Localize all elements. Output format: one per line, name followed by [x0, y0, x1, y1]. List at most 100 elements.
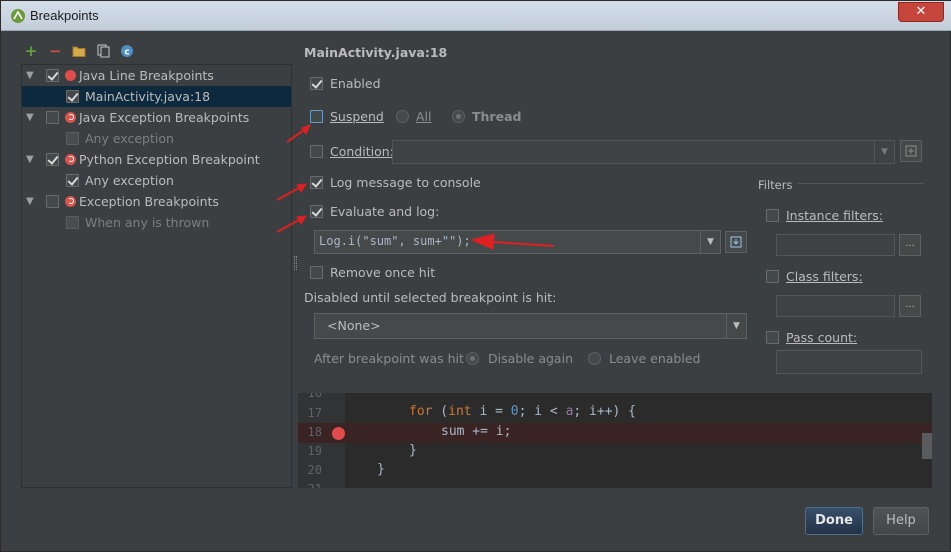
disabled-until-label: Disabled until selected breakpoint is hi… — [304, 290, 557, 305]
code-line: } — [409, 443, 417, 458]
exception-breakpoint-icon — [65, 196, 76, 207]
pass-count-label: Pass count: — [786, 330, 858, 345]
suspend-checkbox[interactable] — [310, 110, 323, 123]
pass-count-checkbox[interactable] — [766, 331, 779, 344]
class-filters-checkbox[interactable] — [766, 270, 779, 283]
evaluate-expression-input[interactable]: Log.i("sum", sum+""); ▼ — [314, 230, 721, 254]
chevron-down-icon[interactable]: ▼ — [26, 154, 36, 165]
breakpoints-tree: ▼ Java Line Breakpoints MainActivity.jav… — [21, 64, 292, 488]
chevron-down-icon[interactable]: ▼ — [726, 314, 746, 338]
code-preview: 16 17 18 19 20 21 for (int i = 0; i < a;… — [298, 393, 932, 488]
select-value: <None> — [327, 318, 381, 333]
filters-divider — [798, 183, 924, 184]
chevron-down-icon[interactable]: ▼ — [26, 70, 36, 81]
tree-item-label: Java Exception Breakpoints — [79, 110, 250, 125]
breakpoint-dot-icon[interactable] — [332, 427, 345, 440]
condition-input[interactable]: ▼ — [392, 140, 895, 164]
tree-item-label: Any exception — [85, 173, 174, 188]
all-label: All — [416, 109, 432, 124]
pass-count-input[interactable] — [776, 350, 922, 374]
expand-editor-icon[interactable] — [900, 140, 922, 162]
tree-checkbox[interactable] — [66, 90, 79, 103]
class-filters-label: Class filters: — [786, 269, 863, 284]
tree-checkbox[interactable] — [66, 132, 79, 145]
breakpoint-dot-icon — [65, 70, 76, 81]
window-title: Breakpoints — [30, 8, 99, 23]
breakpoint-title: MainActivity.java:18 — [304, 45, 448, 60]
tree-item-any-exception[interactable]: Any exception — [22, 128, 291, 149]
class-filters-input[interactable] — [776, 295, 895, 317]
chevron-down-icon[interactable]: ▼ — [26, 112, 36, 123]
breakpoint-line-highlight — [298, 423, 932, 443]
thread-label: Thread — [472, 109, 522, 124]
tree-checkbox[interactable] — [46, 69, 59, 82]
tree-item-mainactivity[interactable]: MainActivity.java:18 — [22, 86, 291, 107]
instance-filters-label: Instance filters: — [786, 208, 883, 223]
enabled-label: Enabled — [330, 76, 381, 91]
chevron-down-icon[interactable]: ▼ — [874, 141, 894, 163]
breakpoints-window: Breakpoints ✕ + − c ▼ Java Line Breakpoi… — [0, 0, 951, 552]
all-radio[interactable] — [396, 110, 409, 123]
tree-checkbox[interactable] — [46, 111, 59, 124]
line-number: 16 — [307, 393, 322, 400]
thread-radio[interactable] — [452, 110, 465, 123]
line-number: 18 — [307, 425, 322, 439]
chevron-down-icon[interactable]: ▼ — [700, 231, 720, 253]
tree-item-python-exception-breakpoint[interactable]: ▼ Python Exception Breakpoint — [22, 149, 291, 170]
group-by-class-icon[interactable]: c — [119, 43, 135, 59]
close-button[interactable]: ✕ — [898, 2, 944, 22]
tree-item-exception-breakpoints[interactable]: ▼ Exception Breakpoints — [22, 191, 291, 212]
done-button[interactable]: Done — [805, 507, 863, 535]
add-icon[interactable]: + — [23, 42, 39, 60]
tree-item-label: Exception Breakpoints — [79, 194, 219, 209]
condition-label: Condition: — [330, 144, 394, 159]
disable-again-radio[interactable] — [466, 352, 479, 365]
breakpoints-toolbar: + − c — [23, 41, 135, 61]
splitter-handle[interactable] — [294, 256, 297, 270]
svg-text:c: c — [124, 48, 129, 58]
chevron-down-icon[interactable]: ▼ — [26, 196, 36, 207]
instance-filters-checkbox[interactable] — [766, 209, 779, 222]
remove-once-hit-label: Remove once hit — [330, 265, 436, 280]
copy-icon[interactable] — [95, 43, 111, 59]
folder-icon[interactable] — [71, 43, 87, 59]
evaluate-log-checkbox[interactable] — [310, 205, 323, 218]
remove-once-hit-checkbox[interactable] — [310, 266, 323, 279]
instance-filters-browse-button[interactable]: ... — [899, 234, 921, 256]
exception-breakpoint-icon — [65, 112, 76, 123]
tree-checkbox[interactable] — [66, 216, 79, 229]
disable-again-label: Disable again — [488, 351, 573, 366]
evaluate-expression-text: Log.i("sum", sum+""); — [319, 234, 471, 248]
remove-icon[interactable]: − — [47, 42, 63, 60]
after-hit-label: After breakpoint was hit — [314, 351, 464, 366]
title-bar: Breakpoints ✕ — [1, 1, 951, 31]
tree-checkbox[interactable] — [66, 174, 79, 187]
instance-filters-input[interactable] — [776, 234, 895, 256]
tree-item-java-exception-breakpoints[interactable]: ▼ Java Exception Breakpoints — [22, 107, 291, 128]
tree-item-label: When any is thrown — [85, 215, 210, 230]
line-number: 19 — [307, 444, 322, 458]
tree-checkbox[interactable] — [46, 153, 59, 166]
tree-item-python-any-exception[interactable]: Any exception — [22, 170, 291, 191]
condition-checkbox[interactable] — [310, 145, 323, 158]
tree-item-label: Python Exception Breakpoint — [79, 152, 260, 167]
tree-item-label: Java Line Breakpoints — [79, 68, 214, 83]
filters-title: Filters — [758, 178, 793, 192]
leave-enabled-radio[interactable] — [588, 352, 601, 365]
code-line: } — [377, 462, 385, 477]
tree-item-label: Any exception — [85, 131, 174, 146]
log-message-checkbox[interactable] — [310, 176, 323, 189]
expand-editor-icon[interactable] — [725, 231, 747, 253]
enabled-checkbox[interactable] — [310, 77, 323, 90]
help-button[interactable]: Help — [873, 507, 929, 535]
line-number: 21 — [298, 482, 322, 488]
class-filters-browse-button[interactable]: ... — [899, 295, 921, 317]
disabled-until-select[interactable]: <None> ▼ — [314, 313, 747, 339]
editor-scrollbar[interactable] — [922, 433, 932, 459]
line-number: 17 — [307, 406, 322, 420]
tree-item-java-line-breakpoints[interactable]: ▼ Java Line Breakpoints — [22, 65, 291, 86]
exception-breakpoint-icon — [65, 154, 76, 165]
tree-item-when-any-is-thrown[interactable]: When any is thrown — [22, 212, 291, 233]
android-studio-icon — [11, 9, 25, 23]
tree-checkbox[interactable] — [46, 195, 59, 208]
